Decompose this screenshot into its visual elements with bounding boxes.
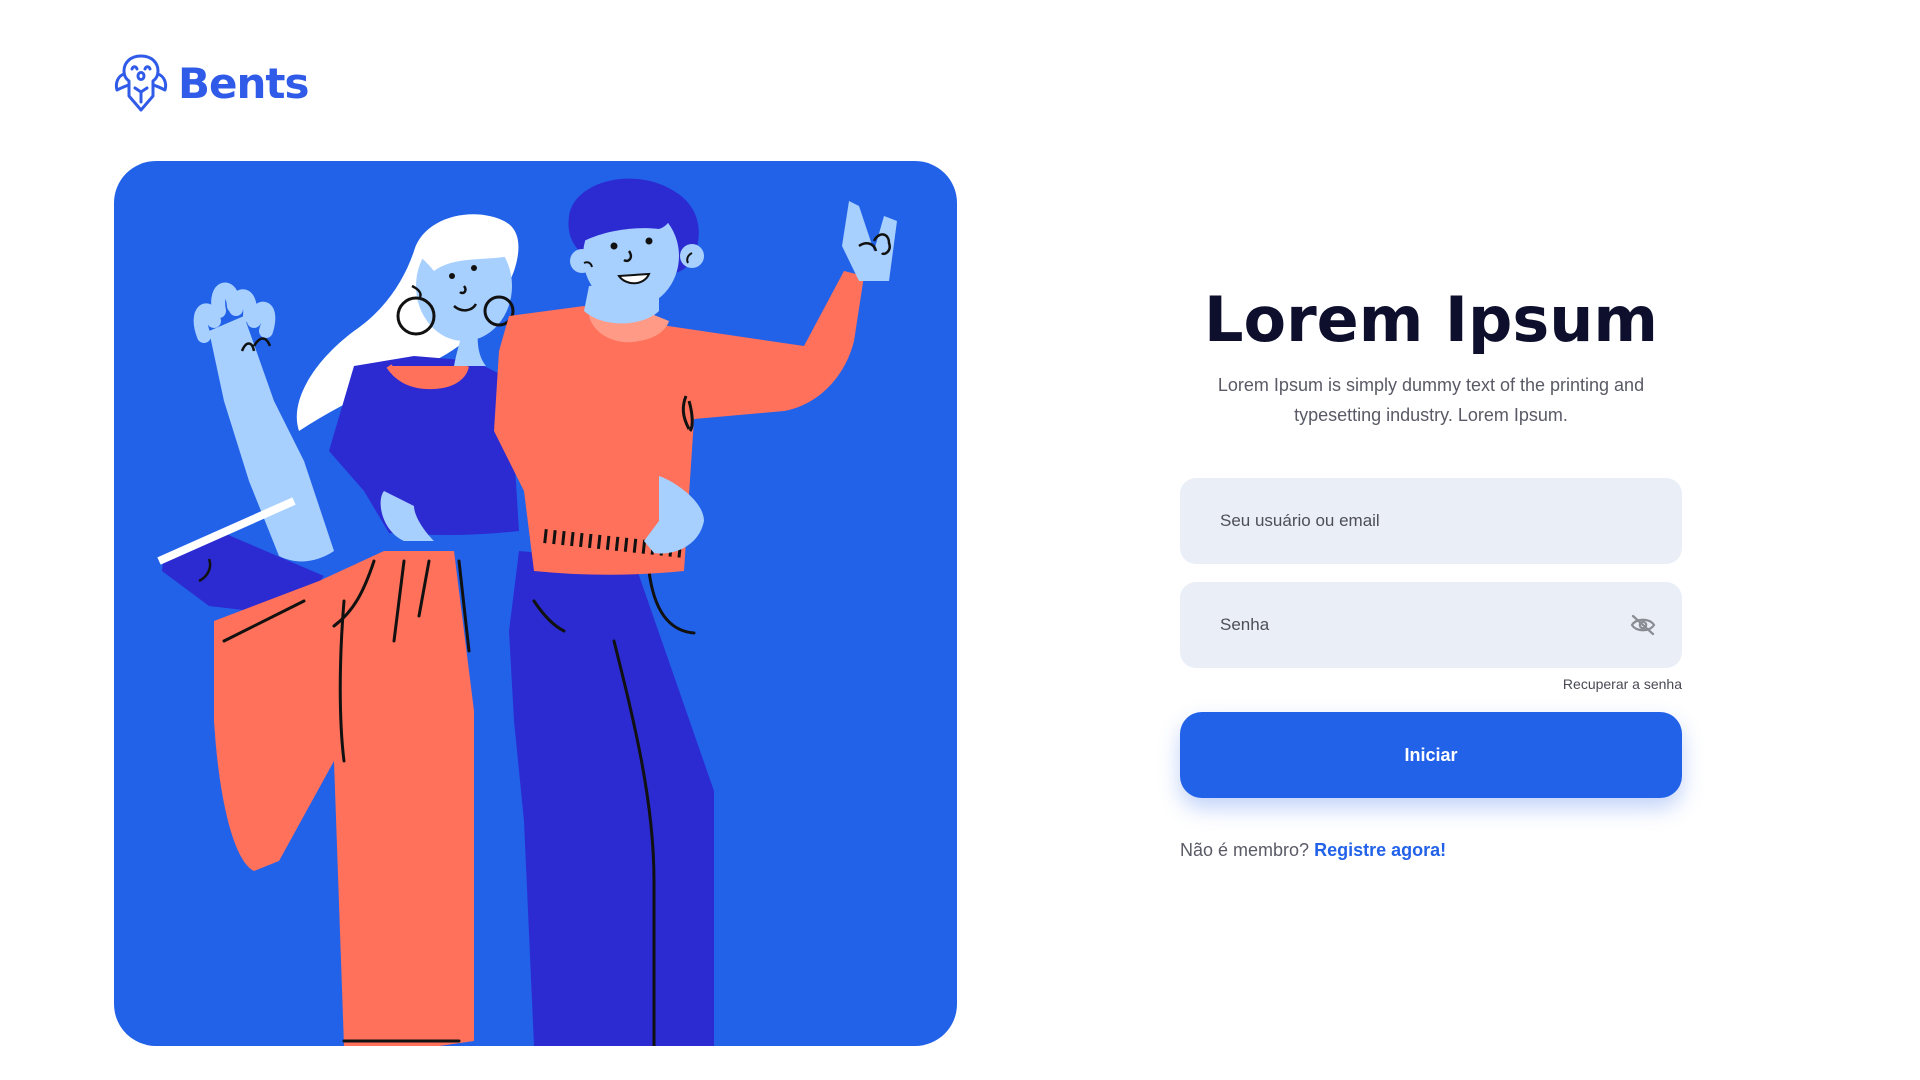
username-field[interactable] (1180, 478, 1682, 564)
signup-row: Não é membro? Registre agora! (1180, 840, 1682, 861)
recover-password-link[interactable]: Recuperar a senha (1180, 676, 1682, 692)
brand-name: Bents (178, 58, 309, 108)
submit-button[interactable]: Iniciar (1180, 712, 1682, 798)
signup-prompt: Não é membro? (1180, 840, 1310, 860)
two-friends-waving-illustration (157, 178, 897, 1046)
brand[interactable]: Bents (112, 52, 309, 114)
login-form: Lorem Ipsum Lorem Ipsum is simply dummy … (1180, 280, 1682, 861)
page-subtitle: Lorem Ipsum is simply dummy text of the … (1217, 375, 1645, 425)
page-title: Lorem Ipsum (1203, 283, 1658, 356)
username-input[interactable] (1218, 510, 1644, 532)
login-page: Bents Lorem Ipsum Lorem Ipsum is simply … (0, 0, 1920, 1080)
owl-logo-icon (114, 54, 168, 112)
signup-link[interactable]: Registre agora! (1314, 840, 1446, 860)
eye-off-icon[interactable] (1630, 613, 1656, 637)
password-field[interactable] (1180, 582, 1682, 668)
hero-illustration-card (114, 161, 957, 1046)
password-input[interactable] (1218, 614, 1644, 636)
